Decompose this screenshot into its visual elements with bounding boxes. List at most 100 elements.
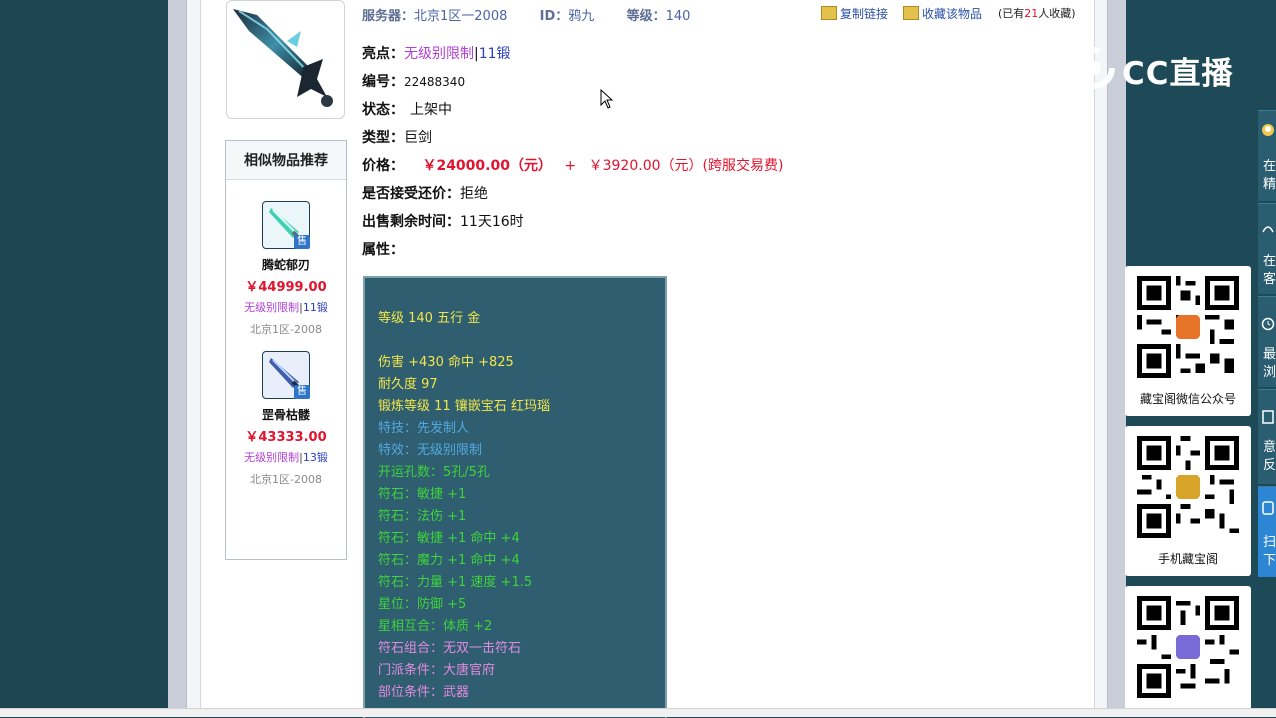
similar-item[interactable]: 售 罡骨枯髅 ￥43333.00 无级别限制|13锻 北京1区-2008 — [226, 351, 346, 487]
similar-item-price: ￥44999.00 — [245, 280, 327, 295]
highlight-row: 亮点：无级别限制|11锻 — [362, 44, 511, 64]
type-label: 类型： — [362, 130, 404, 146]
attr-label: 属性： — [362, 242, 404, 258]
qr-code-icon — [1137, 596, 1239, 698]
side-tab-5[interactable]: 扫 下 — [1258, 486, 1276, 577]
price-label: 价格： — [362, 158, 404, 174]
on-sale-badge: 售 — [294, 235, 310, 249]
serial-value: 22488340 — [404, 75, 466, 89]
attr-line: 特技：先发制人 — [378, 421, 470, 436]
price-main: ￥24000.00（元） — [422, 158, 552, 174]
attr-line: 符石组合：无双一击符石 — [378, 641, 522, 656]
attr-line: 符石：力量 +1 速度 +1.5 — [378, 575, 533, 590]
highlight-label: 亮点： — [362, 46, 404, 62]
folder-icon — [821, 6, 837, 20]
highlight-tag: 无级别限制 — [404, 46, 474, 62]
qr-card-mobile: 手机藏宝阁 — [1125, 426, 1251, 576]
copy-link-label: 复制链接 — [840, 7, 889, 21]
server-label: 服务器： — [362, 9, 415, 24]
side-tab-3-text: 最 — [1263, 347, 1276, 362]
side-tab-3[interactable]: 最 浏 — [1258, 296, 1276, 387]
attr-line: 锻炼等级 11 镶嵌宝石 红玛瑙 — [378, 399, 550, 414]
similar-item-tag: 无级别限制 — [244, 451, 300, 464]
remaining-label: 出售剩余时间： — [362, 214, 460, 230]
side-tab-1[interactable]: 在 精 — [1258, 110, 1276, 201]
bargain-row: 是否接受还价：拒绝 — [362, 184, 488, 204]
level-label: 等级： — [626, 9, 666, 24]
favorite-folder-icon — [903, 6, 919, 20]
greatsword-icon — [233, 9, 333, 107]
item-header: 服务器：北京1区一2008 ID：鸦九 等级：140 复制链接 收藏该物品 (已… — [362, 5, 1082, 24]
scan-icon — [1262, 501, 1274, 515]
item-image — [226, 0, 345, 119]
attr-line: 符石：法伤 +1 — [378, 509, 467, 524]
qr-wechat-label: 藏宝阁微信公众号 — [1139, 392, 1236, 406]
side-tab-2[interactable]: 在 客 — [1258, 203, 1276, 294]
id-value: 鸦九 — [568, 9, 595, 24]
attr-line: 门派条件：大唐官府 — [378, 663, 496, 678]
similar-item[interactable]: 售 腾蛇郁刃 ￥44999.00 无级别限制|11锻 北京1区-2008 — [226, 201, 346, 337]
server-value: 北京1区一2008 — [414, 9, 508, 24]
attr-line: 符石：魔力 +1 命中 +4 — [378, 553, 520, 568]
on-sale-badge: 售 — [294, 385, 310, 399]
side-tab-4-text: 意 — [1263, 440, 1276, 455]
attr-line: 星位：防御 +5 — [378, 597, 467, 612]
attr-line: 符石：敏捷 +1 命中 +4 — [378, 531, 520, 546]
attr-line: 开运孔数：5孔/5孔 — [378, 465, 490, 480]
similar-items-title: 相似物品推荐 — [226, 141, 346, 180]
qr-card-third — [1125, 586, 1251, 710]
favorite-label: 收藏该物品 — [922, 7, 983, 21]
side-tab-2-text2: 客 — [1263, 272, 1276, 287]
avatar-icon — [1262, 124, 1274, 136]
side-tab-4[interactable]: 意 反 — [1258, 389, 1276, 484]
similar-items-panel: 相似物品推荐 售 腾蛇郁刃 ￥44999.00 无级别限制|11锻 北京1区-2… — [225, 140, 347, 560]
similar-item-forge: 13锻 — [302, 451, 328, 464]
bargain-label: 是否接受还价： — [362, 186, 460, 202]
favorite-count: (已有21人收藏) — [998, 5, 1076, 21]
bargain-value: 拒绝 — [460, 186, 488, 202]
side-tab-3-text2: 浏 — [1263, 365, 1276, 380]
remaining-row: 出售剩余时间：11天16时 — [362, 212, 524, 232]
side-tab-5-text2: 下 — [1263, 553, 1276, 568]
favorite-button[interactable]: 收藏该物品 — [903, 5, 982, 22]
copy-link-button[interactable]: 复制链接 — [821, 5, 888, 22]
service-icon — [1262, 226, 1274, 233]
cc-logo-icon — [1073, 47, 1115, 89]
attr-line: 符石：敏捷 +1 — [378, 487, 467, 502]
similar-item-name[interactable]: 罡骨枯髅 — [226, 406, 346, 423]
item-thumbnail[interactable]: 售 — [262, 351, 310, 399]
serial-label: 编号： — [362, 74, 404, 90]
status-label: 状态： — [362, 102, 404, 118]
qr-code-icon — [1137, 436, 1239, 538]
fav-prefix: (已有 — [998, 7, 1025, 20]
type-value: 巨剑 — [404, 130, 432, 146]
similar-item-tags: 无级别限制|11锻 — [226, 299, 346, 315]
side-tab-1-text2: 精 — [1263, 177, 1276, 192]
qr-code-icon — [1137, 276, 1239, 378]
serial-row: 编号：22488340 — [362, 72, 465, 92]
attr-line: 伤害 +430 命中 +825 — [378, 355, 514, 370]
type-row: 类型：巨剑 — [362, 128, 432, 148]
similar-item-server: 北京1区-2008 — [250, 323, 322, 336]
attr-line: 特效：无级别限制 — [378, 443, 483, 458]
similar-item-name[interactable]: 腾蛇郁刃 — [226, 256, 346, 273]
fav-number: 21 — [1024, 7, 1039, 20]
side-tab-2-text: 在 — [1263, 254, 1276, 269]
price-fee: ￥3920.00（元）(跨服交易费) — [588, 158, 784, 174]
cc-live-logo: CC直播 — [1070, 44, 1233, 92]
attribute-panel: 等级 140 五行 金 伤害 +430 命中 +825 耐久度 97 锻炼等级 … — [363, 276, 667, 718]
attr-line: 等级 140 五行 金 — [378, 311, 481, 326]
attr-line: 部位条件：武器 — [378, 685, 470, 700]
cc-logo-text: CC直播 — [1122, 56, 1234, 92]
mouse-cursor-icon — [600, 89, 614, 109]
status-row: 状态： 上架中 — [362, 100, 452, 120]
item-thumbnail[interactable]: 售 — [262, 201, 310, 249]
id-label: ID： — [539, 9, 569, 24]
side-tab-4-text2: 反 — [1263, 458, 1276, 473]
left-background — [0, 0, 168, 716]
similar-item-price: ￥43333.00 — [245, 430, 327, 445]
remaining-value: 11天16时 — [460, 214, 524, 230]
attr-line: 耐久度 97 — [378, 377, 438, 392]
similar-item-forge: 11锻 — [302, 301, 328, 314]
feedback-icon — [1262, 410, 1274, 424]
